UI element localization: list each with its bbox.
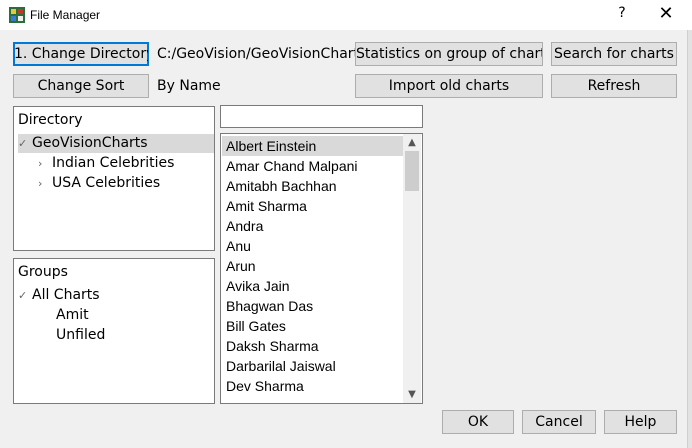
scroll-up-icon[interactable]: ▲: [403, 134, 421, 151]
list-item[interactable]: Amitabh Bachhan: [222, 176, 405, 196]
refresh-button[interactable]: Refresh: [551, 74, 677, 98]
groups-title: Groups: [18, 264, 68, 280]
groups-panel: Groups ✓ All Charts Amit Unfiled: [13, 258, 215, 404]
charts-list: Albert Einstein Amar Chand Malpani Amitabh…: [220, 133, 423, 404]
list-item[interactable]: Andra: [222, 216, 405, 236]
directory-title: Directory: [18, 112, 83, 128]
list-item[interactable]: Bhagwan Das: [222, 296, 405, 316]
list-item[interactable]: Arun: [222, 256, 405, 276]
group-item-all-charts[interactable]: ✓ All Charts: [18, 286, 100, 305]
change-sort-button[interactable]: Change Sort: [13, 74, 149, 98]
tree-item-usa-celebrities[interactable]: › USA Celebrities: [38, 174, 160, 193]
help-icon[interactable]: ?: [612, 5, 632, 21]
search-charts-button[interactable]: Search for charts: [551, 42, 677, 66]
charts-list-scrollbar[interactable]: ▲ ▼: [403, 134, 421, 403]
app-icon: [9, 7, 25, 23]
import-charts-button[interactable]: Import old charts: [355, 74, 543, 98]
scroll-thumb[interactable]: [405, 151, 419, 191]
list-item[interactable]: Amar Chand Malpani: [222, 156, 405, 176]
chevron-down-icon[interactable]: ✓: [18, 134, 32, 153]
tree-item-label: GeoVisionCharts: [32, 135, 148, 151]
window-edge: [687, 30, 692, 448]
list-item[interactable]: Amit Sharma: [222, 196, 405, 216]
close-icon[interactable]: ✕: [652, 3, 680, 25]
tree-item-label: Indian Celebrities: [52, 155, 175, 171]
list-item[interactable]: Darbarilal Jaiswal: [222, 356, 405, 376]
list-item[interactable]: Dev Sharma: [222, 376, 405, 396]
tree-item-label: USA Celebrities: [52, 175, 161, 191]
list-item[interactable]: Anu: [222, 236, 405, 256]
chevron-down-icon[interactable]: ✓: [18, 286, 32, 305]
group-item-unfiled[interactable]: Unfiled: [56, 326, 105, 345]
group-item-label: All Charts: [32, 287, 100, 303]
title-bar: [0, 0, 692, 30]
chevron-right-icon[interactable]: ›: [38, 174, 52, 193]
help-button[interactable]: Help: [604, 410, 677, 434]
search-input[interactable]: [220, 105, 423, 128]
directory-panel: Directory ✓ GeoVisionCharts › Indian Celeb…: [13, 106, 215, 251]
scroll-down-icon[interactable]: ▼: [403, 386, 421, 403]
sort-mode-label: By Name: [157, 78, 221, 94]
statistics-button[interactable]: Statistics on group of charts: [355, 42, 543, 66]
window-title: File Manager: [30, 8, 101, 22]
tree-item-indian-celebrities[interactable]: › Indian Celebrities: [38, 154, 174, 173]
current-path-label: C:/GeoVision/GeoVisionCharts: [157, 46, 367, 62]
group-item-amit[interactable]: Amit: [56, 306, 89, 325]
list-item[interactable]: Daksh Sharma: [222, 336, 405, 356]
change-directory-button[interactable]: 1. Change Directory: [13, 42, 149, 66]
list-item[interactable]: Avika Jain: [222, 276, 405, 296]
chevron-right-icon[interactable]: ›: [38, 154, 52, 173]
list-item[interactable]: Bill Gates: [222, 316, 405, 336]
list-item[interactable]: Albert Einstein: [222, 136, 405, 156]
tree-item-root[interactable]: ✓ GeoVisionCharts: [18, 134, 214, 153]
ok-button[interactable]: OK: [442, 410, 514, 434]
cancel-button[interactable]: Cancel: [522, 410, 596, 434]
